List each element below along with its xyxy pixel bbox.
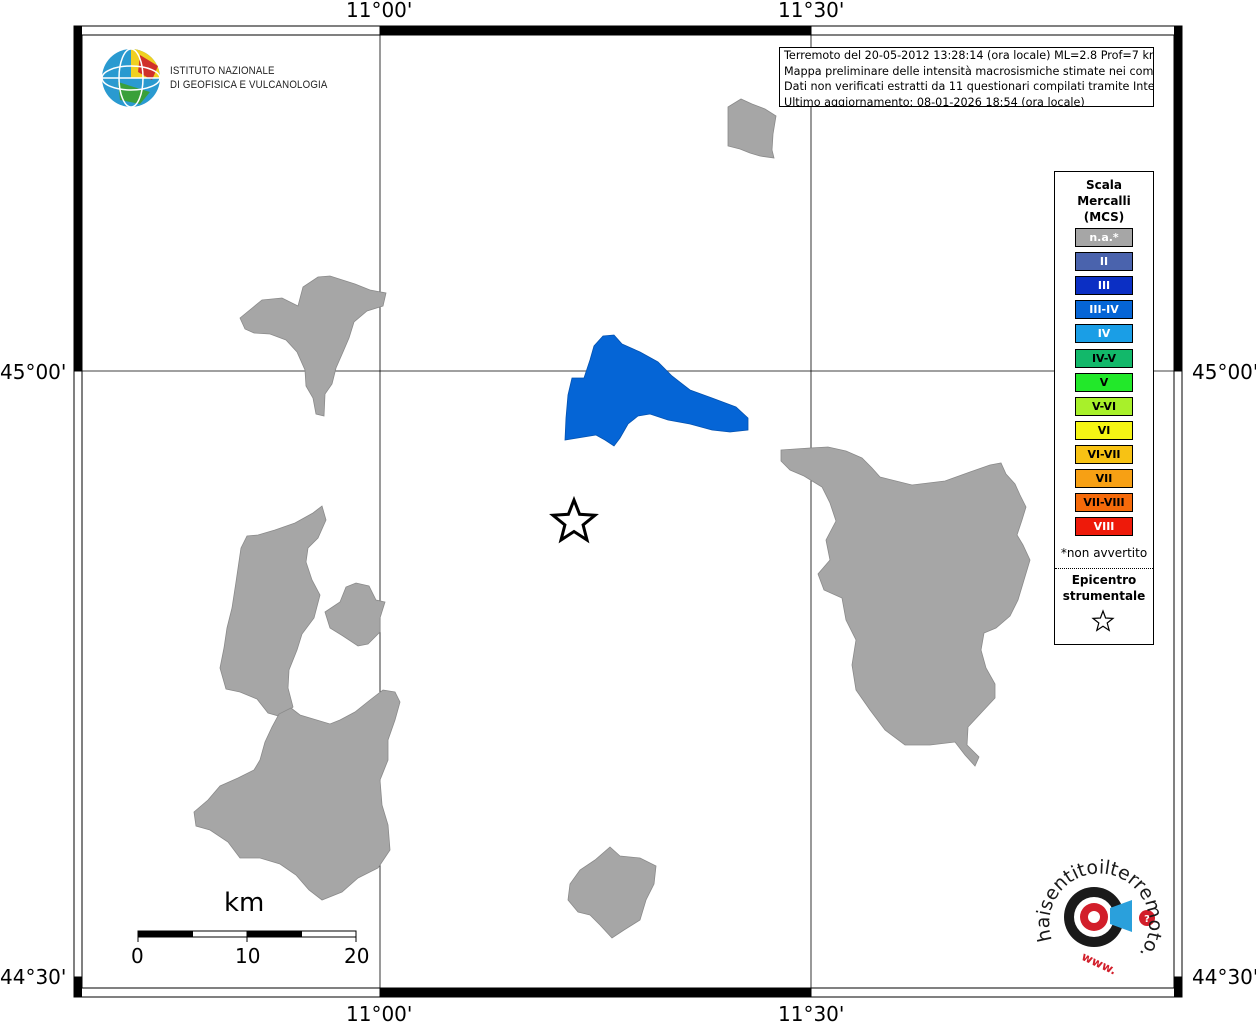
mcs-legend: Scala Mercalli (MCS) n.a.* II III III-IV IV I… — [1054, 171, 1154, 645]
legend-swatch-viii: VIII — [1075, 517, 1133, 537]
legend-swatch-v-vi: V-VI — [1075, 396, 1133, 416]
ingv-logo-line2: DI GEOFISICA E VULCANOLOGIA — [170, 79, 328, 91]
info-line-1: Terremoto del 20-05-2012 13:28:14 (ora l… — [784, 49, 1154, 62]
scale-tick-10: 10 — [235, 944, 261, 968]
lon-label-top-11-00: 11°00' — [346, 0, 413, 22]
scale-tick-0: 0 — [131, 944, 144, 968]
info-line-3: Dati non verificati estratti da 11 quest… — [784, 80, 1154, 93]
legend-swatch-v: V — [1075, 372, 1133, 392]
frame-checker-top — [380, 26, 811, 35]
legend-swatch-vi: VI — [1075, 420, 1133, 440]
legend-title: Scala Mercalli (MCS) — [1055, 177, 1153, 225]
legend-swatch-vi-vii: VI-VII — [1075, 444, 1133, 464]
legend-swatch-vii-viii: VII-VIII — [1075, 493, 1133, 513]
lon-label-bottom-11-30: 11°30' — [778, 1002, 845, 1026]
legend-title-line3: (MCS) — [1083, 210, 1125, 224]
info-line-2: Mappa preliminare delle intensità macros… — [784, 64, 1154, 78]
legend-epicentre-label: Epicentro strumentale — [1055, 572, 1153, 604]
legend-swatch-iii: III — [1075, 276, 1133, 296]
ingv-logo-text: ISTITUTO NAZIONALE DI GEOFISICA E VULCAN… — [170, 64, 328, 92]
legend-note: *non avvertito — [1060, 546, 1148, 560]
legend-epicentre-line2: strumentale — [1062, 589, 1146, 603]
frame-checker-right — [1174, 26, 1182, 371]
legend-swatch-n-a: n.a.* — [1075, 228, 1133, 247]
info-line-4: Ultimo aggiornamento: 08-01-2026 18:54 (… — [784, 95, 1085, 107]
ingv-globe-icon — [101, 48, 161, 108]
lon-label-top-11-30: 11°30' — [778, 0, 845, 22]
legend-swatch-iv-v: IV-V — [1075, 348, 1133, 368]
ingv-logo-line1: ISTITUTO NAZIONALE — [170, 65, 275, 77]
legend-epicentre-line1: Epicentro — [1071, 573, 1137, 587]
legend-swatch-ii: II — [1075, 252, 1133, 272]
scale-tick-20: 20 — [344, 944, 370, 968]
legend-swatch-iv: IV — [1075, 324, 1133, 344]
legend-title-line1: Scala — [1085, 178, 1123, 192]
legend-star-icon — [1091, 609, 1115, 632]
lat-label-right-44-30: 44°30' — [1192, 965, 1256, 989]
lon-label-bottom-11-00: 11°00' — [346, 1002, 413, 1026]
legend-separator — [1055, 568, 1153, 569]
scale-bar-title: km — [224, 888, 265, 918]
legend-swatch-iii-iv: III-IV — [1075, 300, 1133, 320]
earthquake-info-box: Terremoto del 20-05-2012 13:28:14 (ora l… — [779, 47, 1154, 107]
legend-swatch-vii: VII — [1075, 469, 1133, 488]
lat-label-right-45-00: 45°00' — [1192, 360, 1256, 384]
lat-label-left-45-00: 45°00' — [0, 360, 67, 384]
legend-title-line2: Mercalli — [1077, 194, 1131, 208]
frame-checker-left — [74, 26, 82, 371]
frame-checker-bottom — [380, 988, 811, 997]
lat-label-left-44-30: 44°30' — [0, 965, 67, 989]
